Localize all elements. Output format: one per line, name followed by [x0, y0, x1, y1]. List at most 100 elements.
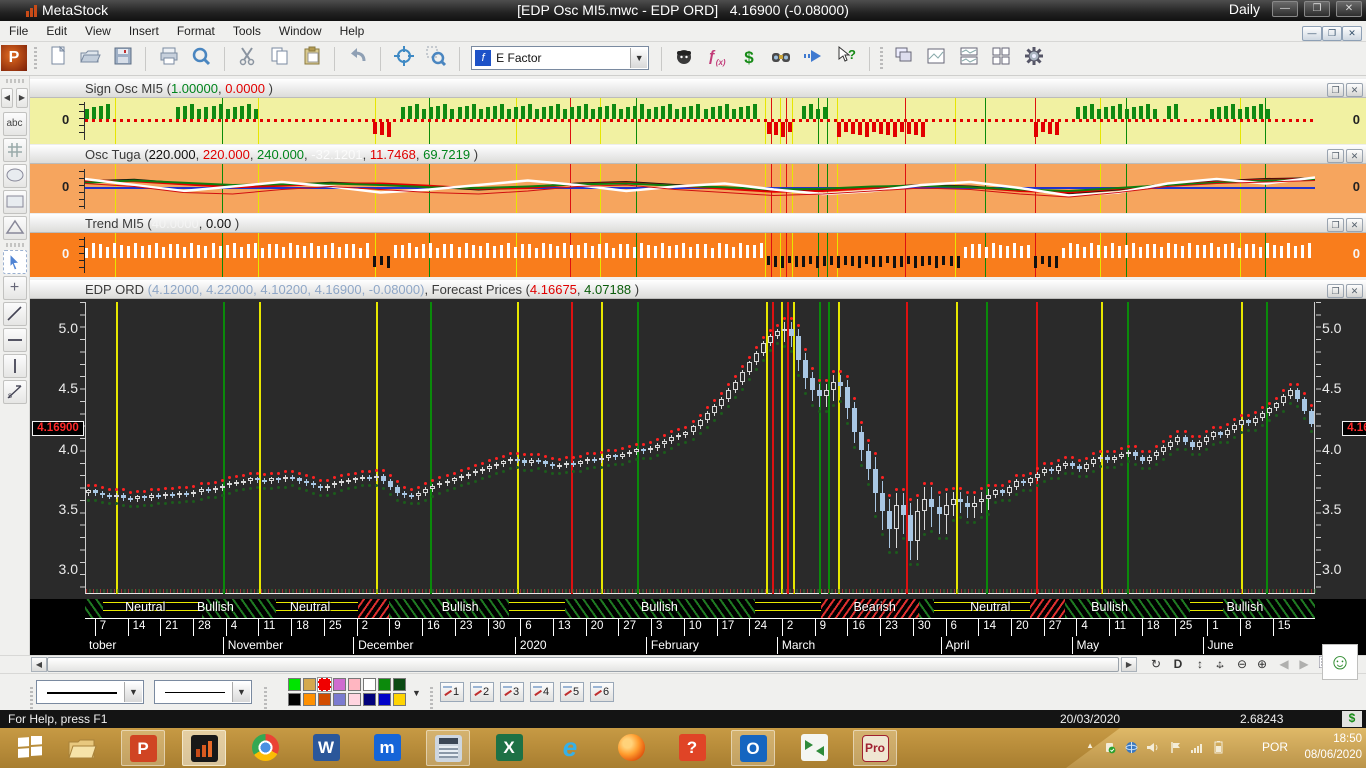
arrange-charts-button[interactable] [956, 45, 982, 71]
pane-close-button[interactable]: ✕ [1346, 218, 1363, 232]
system-tester-button[interactable]: $ [736, 45, 762, 71]
restore-button[interactable]: ❐ [1304, 1, 1330, 17]
explorer-button[interactable] [768, 45, 794, 71]
palette-color[interactable] [333, 693, 346, 706]
taskbar-app-excel[interactable]: X [487, 730, 531, 766]
taskbar-app-metastock[interactable] [182, 730, 226, 766]
taskbar-app-powerpoint[interactable]: P [121, 730, 165, 766]
forecaster-button[interactable] [801, 45, 827, 71]
menu-file[interactable]: File [0, 21, 37, 41]
pane-restore-button[interactable]: ❐ [1327, 284, 1344, 298]
close-button[interactable]: ✕ [1336, 1, 1362, 17]
line-weight-combo[interactable]: ▼ [154, 680, 252, 704]
layout-template-button-1[interactable]: 1 [440, 682, 464, 702]
taskbar-app-internet-explorer[interactable]: e [548, 730, 592, 766]
scroll-right-button[interactable]: ▶ [16, 88, 28, 108]
pane-restore-button[interactable]: ❐ [1327, 218, 1344, 232]
pane-restore-button[interactable]: ❐ [1327, 149, 1344, 163]
triangle-tool-button[interactable] [3, 216, 27, 240]
taskbar-app-help[interactable]: ? [670, 730, 714, 766]
ellipse-tool-button[interactable] [3, 164, 27, 188]
metastock-p-button[interactable]: P [1, 45, 27, 71]
vertical-line-tool-button[interactable] [3, 354, 27, 378]
palette-color[interactable] [363, 678, 376, 691]
zoom-in-button[interactable]: ⊕ [1252, 656, 1272, 673]
menu-tools[interactable]: Tools [224, 21, 270, 41]
line-style-combo[interactable]: ▼ [36, 680, 144, 704]
cascade-windows-button[interactable] [891, 45, 917, 71]
grid-tool-button[interactable] [3, 138, 27, 162]
line-style-dropdown[interactable]: ▼ [124, 682, 142, 702]
crosshair-button[interactable] [391, 45, 417, 71]
expert-advisor-button[interactable] [671, 45, 697, 71]
menu-insert[interactable]: Insert [120, 21, 168, 41]
menu-format[interactable]: Format [168, 21, 224, 41]
palette-color[interactable] [303, 693, 316, 706]
zoom-area-button[interactable] [423, 45, 449, 71]
mdi-minimize-button[interactable]: — [1302, 26, 1322, 41]
fit-vertical-button[interactable]: ↕ [1190, 656, 1210, 673]
crosshair-tool-button[interactable]: + [3, 276, 27, 300]
palette-color[interactable] [378, 693, 391, 706]
move-chart-button[interactable]: ↔↕ [1210, 656, 1230, 673]
copy-button[interactable] [267, 45, 293, 71]
taskbar-app-chrome[interactable] [243, 730, 287, 766]
text-tool-button[interactable]: abc [3, 112, 27, 136]
taskbar-app-maxthon[interactable]: m [365, 730, 409, 766]
tile-windows-button[interactable] [988, 45, 1014, 71]
layout-template-button-4[interactable]: 4 [530, 682, 554, 702]
start-button[interactable] [8, 730, 52, 766]
smiley-button[interactable]: ☺ [1322, 644, 1358, 680]
palette-color[interactable] [333, 678, 346, 691]
palette-dropdown[interactable]: ▼ [412, 688, 421, 698]
taskbar-app-outlook[interactable]: O [731, 730, 775, 766]
layout-template-button-3[interactable]: 3 [500, 682, 524, 702]
expert-combo[interactable]: f E Factor ▼ [471, 46, 649, 70]
periodicity-d-button[interactable]: D [1168, 656, 1188, 673]
paste-button[interactable] [299, 45, 325, 71]
palette-color[interactable] [393, 678, 406, 691]
open-chart-button[interactable] [77, 45, 103, 71]
indicator-builder-button[interactable]: ƒ(x) [704, 45, 730, 71]
print-preview-button[interactable] [188, 45, 214, 71]
next-chart-button[interactable]: ▶ [1294, 656, 1314, 673]
context-help-button[interactable]: ? [833, 45, 859, 71]
scroll-left-button[interactable]: ◀ [1, 88, 13, 108]
palette-color[interactable] [393, 693, 406, 706]
save-chart-button[interactable] [110, 45, 136, 71]
new-chart-button[interactable] [45, 45, 71, 71]
language-indicator[interactable]: POR [1262, 740, 1288, 754]
pointer-tool-button[interactable] [3, 250, 27, 274]
palette-color[interactable] [348, 678, 361, 691]
taskbar-app-file-explorer[interactable] [60, 730, 104, 766]
taskbar-app-metastock-pro[interactable]: Pro [853, 730, 897, 766]
palette-color[interactable] [303, 678, 316, 691]
palette-color[interactable] [363, 693, 376, 706]
hidden-icons-chevron[interactable]: ▲ [1086, 741, 1094, 750]
mdi-close-button[interactable]: ✕ [1342, 26, 1362, 41]
palette-color[interactable] [348, 693, 361, 706]
clock[interactable]: 18:50 08/06/2020 [1304, 731, 1362, 763]
action-center-flag-icon[interactable] [1169, 741, 1182, 757]
palette-color[interactable] [318, 693, 331, 706]
trendline-tool-button[interactable] [3, 302, 27, 326]
taskbar-app-calculator[interactable] [426, 730, 470, 766]
taskbar-app-firefox[interactable] [609, 730, 653, 766]
palette-color[interactable] [378, 678, 391, 691]
taskbar-app-downloader[interactable] [792, 730, 836, 766]
cycle-line-tool-button[interactable]: s [3, 380, 27, 404]
mdi-restore-button[interactable]: ❐ [1322, 26, 1342, 41]
options-gear-button[interactable] [1021, 45, 1047, 71]
zoom-out-button[interactable]: ⊖ [1232, 656, 1252, 673]
menu-edit[interactable]: Edit [37, 21, 76, 41]
menu-help[interactable]: Help [331, 21, 374, 41]
new-window-button[interactable] [923, 45, 949, 71]
menu-window[interactable]: Window [270, 21, 331, 41]
rectangle-tool-button[interactable] [3, 190, 27, 214]
line-weight-dropdown[interactable]: ▼ [232, 682, 250, 702]
minimize-button[interactable]: — [1272, 1, 1298, 17]
menu-view[interactable]: View [76, 21, 120, 41]
pane-close-button[interactable]: ✕ [1346, 284, 1363, 298]
palette-color[interactable] [288, 693, 301, 706]
taskbar-app-word[interactable]: W [304, 730, 348, 766]
